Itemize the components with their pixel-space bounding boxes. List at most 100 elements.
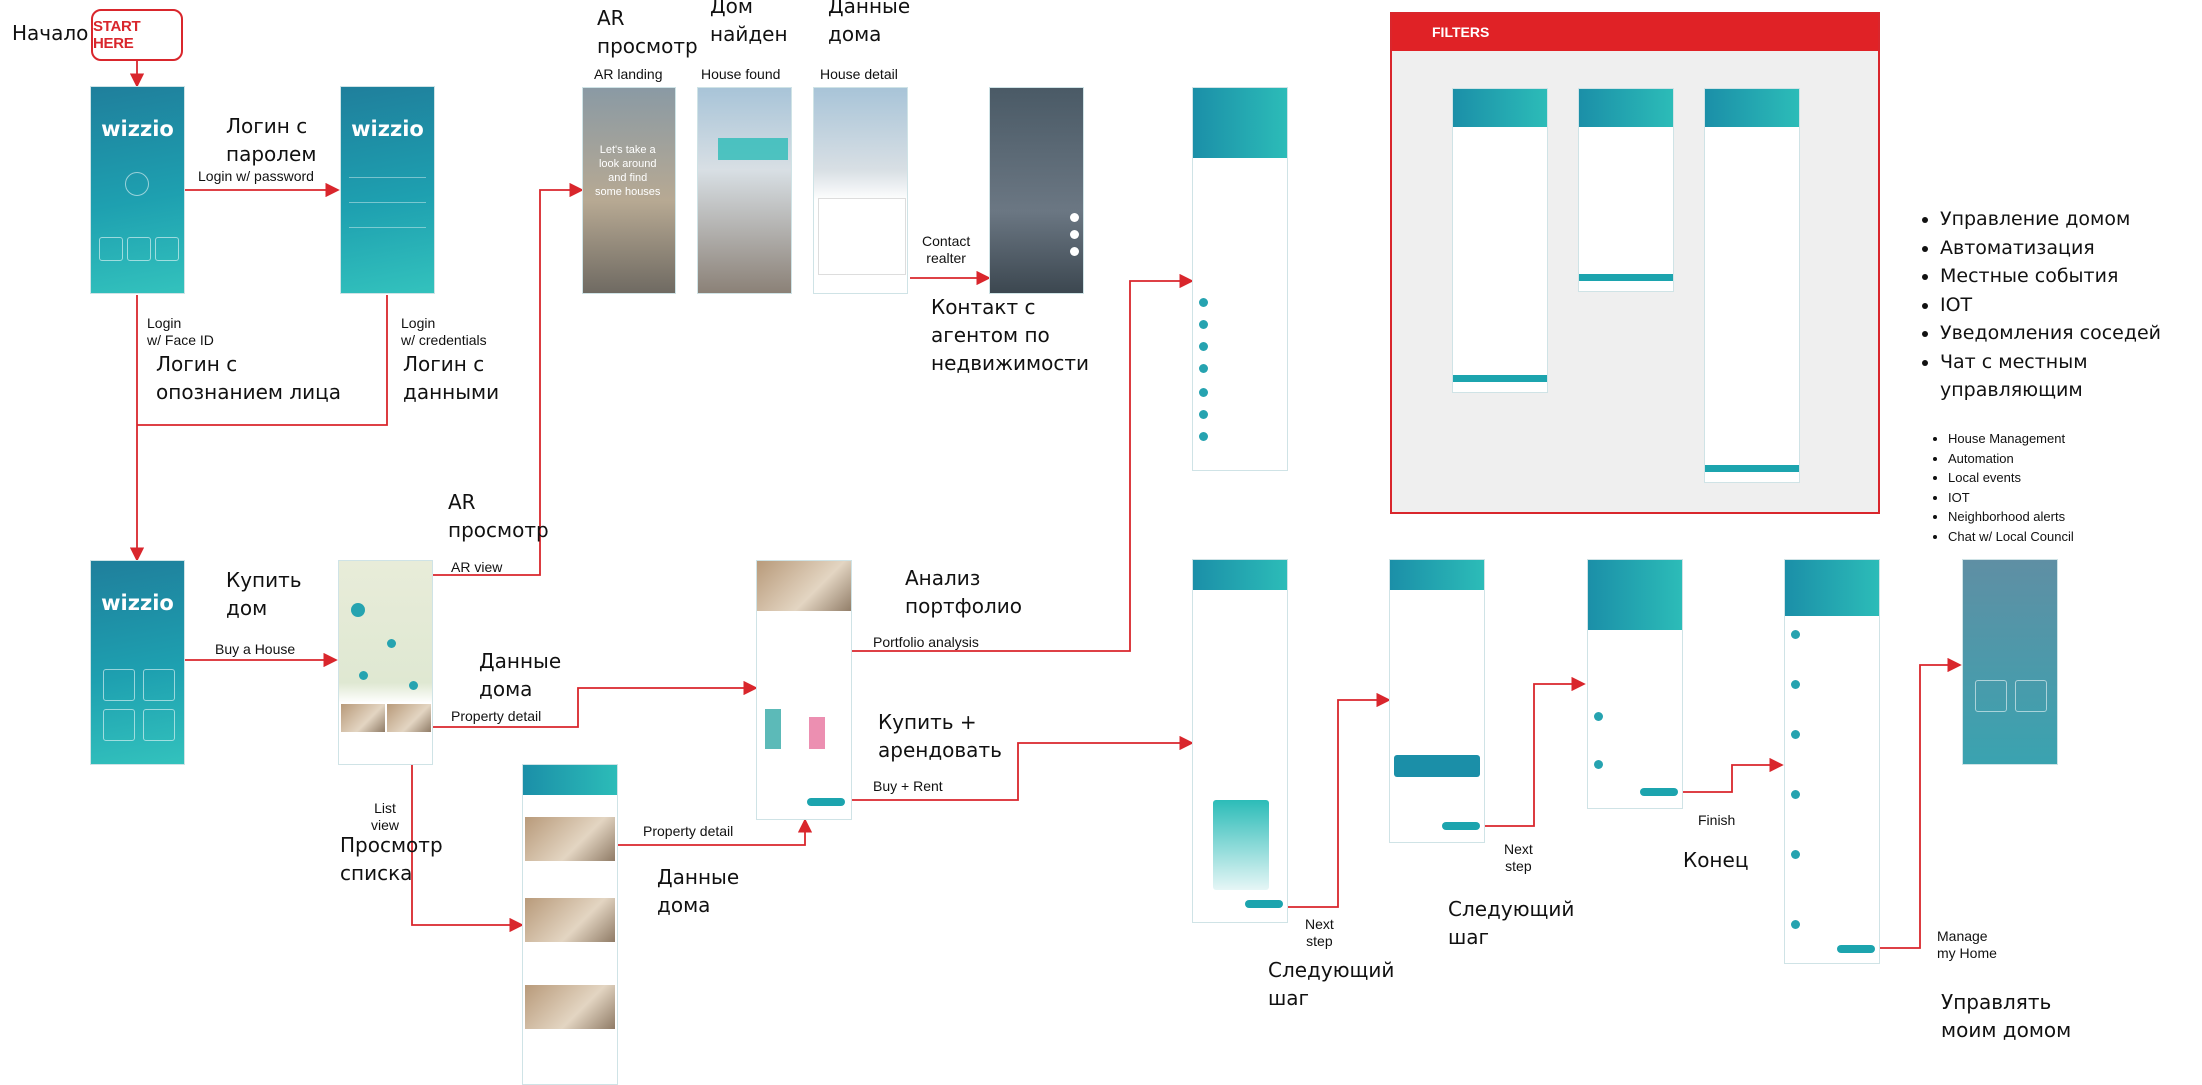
login-credentials-label-en: Login w/ credentials — [401, 315, 487, 348]
house-detail-screen[interactable] — [813, 87, 908, 294]
manage-home-label-ru: Управлять моим домом — [1941, 990, 2072, 1042]
next-step2-label-ru: Следующий шаг — [1448, 897, 1575, 949]
menu-tile-icon[interactable] — [143, 669, 175, 701]
next-step-button[interactable] — [1442, 822, 1480, 830]
chart-bar — [809, 717, 825, 749]
filter-screen-1[interactable] — [1452, 88, 1548, 393]
wizzio-logo: wizzio — [351, 117, 424, 141]
feature-item-ru: IOT — [1940, 291, 2188, 320]
listing-photo[interactable] — [525, 898, 615, 942]
property-detail2-label-en: Property detail — [643, 823, 734, 839]
home-tile-icon[interactable] — [2015, 680, 2047, 712]
step-header — [1193, 560, 1287, 590]
list-dot — [1199, 432, 1208, 441]
list-dot — [1199, 364, 1208, 373]
filter-screen-2[interactable] — [1578, 88, 1674, 292]
house-found-screen[interactable] — [697, 87, 792, 294]
menu-tile-icon — [127, 237, 151, 261]
ar-view-label-en: AR view — [451, 559, 503, 575]
password-field[interactable] — [349, 202, 426, 203]
list-dot — [1199, 410, 1208, 419]
buy-house-tile[interactable] — [103, 669, 135, 701]
arrow-finish — [1678, 757, 1784, 793]
home-screen[interactable]: wizzio — [90, 560, 185, 765]
home-tile-icon[interactable] — [1975, 680, 2007, 712]
buy-rent-button[interactable] — [807, 798, 845, 806]
listing-photo[interactable] — [525, 817, 615, 861]
payment-card[interactable] — [1213, 800, 1269, 890]
property-thumbnail[interactable] — [341, 704, 385, 732]
property-thumbnail[interactable] — [387, 704, 431, 732]
login-password-label-ru: Логин с паролем — [226, 114, 317, 166]
filter-screen-3[interactable] — [1704, 88, 1800, 483]
manage-my-home-screen[interactable] — [1962, 559, 2058, 765]
ar-landing-overlay: Let's take a look around and find some h… — [595, 144, 661, 198]
contact-label-en: Contact realter — [922, 233, 971, 266]
buy-rent-summary-screen[interactable] — [1587, 559, 1683, 809]
map-pin-icon[interactable] — [351, 603, 365, 617]
buy-house-label-en: Buy a House — [215, 641, 296, 657]
login-screen[interactable]: wizzio — [90, 86, 185, 294]
menu-tile-icon — [155, 237, 179, 261]
finish-button[interactable] — [1640, 788, 1678, 796]
ar-landing-screen[interactable]: Let's take a look around and find some h… — [582, 87, 676, 294]
house-found-label: House found — [701, 66, 781, 82]
buy-rent-step1-screen[interactable] — [1192, 559, 1288, 923]
map-pin-icon[interactable] — [359, 671, 368, 680]
property-detail-screen[interactable] — [756, 560, 852, 820]
contact-label-ru: Контакт с агентом по недвижимости — [931, 295, 1089, 375]
feature-item-en: Neighborhood alerts — [1948, 507, 2182, 527]
chart-bar — [765, 709, 781, 749]
filters-panel: FILTERS — [1390, 12, 1880, 514]
map-pin-icon[interactable] — [387, 639, 396, 648]
property-detail-label-en: Property detail — [451, 708, 542, 724]
username-field[interactable] — [349, 177, 426, 178]
list-dot — [1791, 730, 1800, 739]
list-dot — [1791, 850, 1800, 859]
portfolio-screen[interactable] — [1192, 87, 1288, 471]
feature-item-ru: Управление домом — [1940, 205, 2188, 234]
menu-tile-icon[interactable] — [143, 709, 175, 741]
feature-item-en: Local events — [1948, 468, 2182, 488]
feature-item-ru: Местные события — [1940, 262, 2188, 291]
buy-rent-label-en: Buy + Rent — [873, 778, 943, 794]
action-icon[interactable] — [1070, 230, 1079, 239]
summary-card — [1394, 755, 1480, 777]
filter-header — [1453, 89, 1547, 127]
arrow-manage-home — [1878, 657, 1962, 949]
apply-filter-button[interactable] — [1579, 274, 1673, 281]
house-highlight[interactable] — [718, 138, 788, 160]
manage-home-button[interactable] — [1837, 945, 1875, 953]
list-view-screen[interactable] — [522, 764, 618, 1085]
apply-filter-button[interactable] — [1453, 375, 1547, 382]
start-label-ru: Начало — [12, 21, 89, 45]
start-here-button[interactable]: START HERE — [91, 9, 183, 61]
filter-header — [1579, 89, 1673, 127]
map-pin-icon[interactable] — [409, 681, 418, 690]
ar-title-ru: AR просмотр — [597, 6, 698, 58]
listing-photo[interactable] — [525, 985, 615, 1029]
home-management-screen[interactable] — [1784, 559, 1880, 964]
buy-rent-step2-screen[interactable] — [1389, 559, 1485, 843]
finish-label-ru: Конец — [1683, 848, 1749, 872]
buy-rent-label-ru: Купить + арендовать — [878, 710, 1002, 762]
menu-tile-icon[interactable] — [103, 709, 135, 741]
next-step1-label-en: Next step — [1305, 916, 1334, 949]
features-list-ru: Управление домом Автоматизация Местные с… — [1918, 205, 2188, 405]
next-step-button[interactable] — [1245, 900, 1283, 908]
password-login-screen[interactable]: wizzio — [340, 86, 435, 294]
contact-realtor-screen[interactable] — [989, 87, 1084, 294]
list-dot — [1199, 320, 1208, 329]
action-icon[interactable] — [1070, 247, 1079, 256]
feature-item-ru: Автоматизация — [1940, 234, 2188, 263]
action-icon[interactable] — [1070, 213, 1079, 222]
portfolio-header — [1193, 88, 1287, 158]
login-password-label-en: Login w/ password — [198, 168, 314, 184]
filter-header — [1705, 89, 1799, 127]
list-dot — [1199, 342, 1208, 351]
map-screen[interactable] — [338, 560, 433, 765]
login-faceid-label-en: Login w/ Face ID — [147, 315, 214, 348]
login-button[interactable] — [349, 227, 426, 228]
apply-filter-button[interactable] — [1705, 465, 1799, 472]
list-dot — [1791, 680, 1800, 689]
